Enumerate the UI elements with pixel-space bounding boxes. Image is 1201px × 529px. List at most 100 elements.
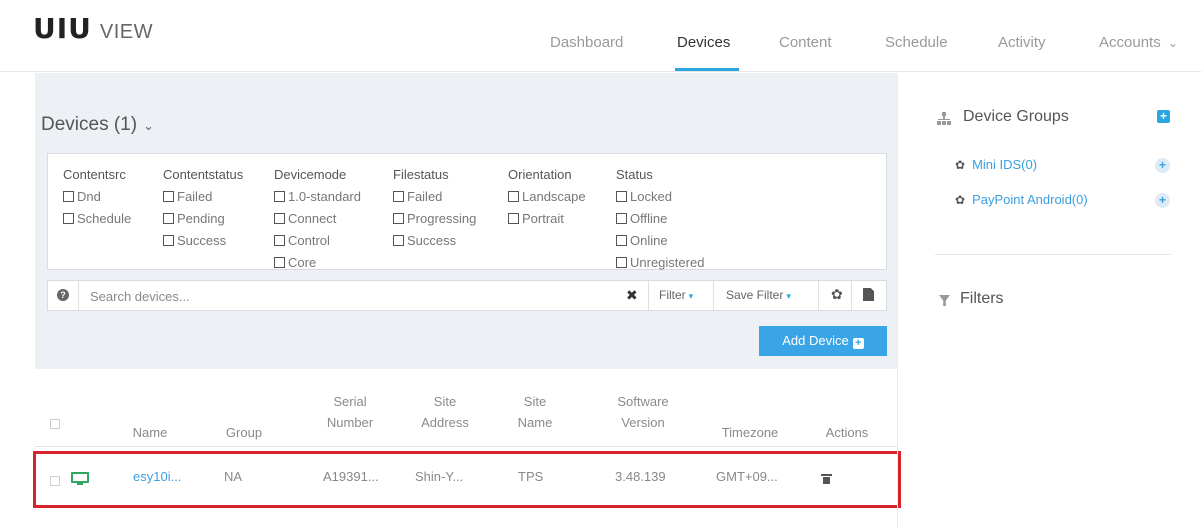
- filter-option-online[interactable]: Online: [616, 229, 704, 251]
- checkbox[interactable]: [63, 190, 74, 202]
- column-header-line2: Group: [225, 425, 263, 440]
- filter-group-heading: Devicemode: [274, 167, 347, 182]
- devices-title-label: Devices (1): [41, 114, 138, 135]
- filter-option-label: Online: [630, 232, 668, 248]
- filter-option-label: Progressing: [407, 210, 477, 226]
- checkbox[interactable]: [508, 190, 519, 202]
- column-header-line1: [120, 401, 180, 422]
- filters-title[interactable]: Filters: [960, 290, 1004, 308]
- filter-option-offline[interactable]: Offline: [616, 207, 704, 229]
- checkbox[interactable]: [274, 256, 285, 268]
- nav-activity[interactable]: Activity: [998, 34, 1046, 51]
- column-header-site-name[interactable]: Site Name: [505, 391, 565, 433]
- device-group-item[interactable]: ✿ Mini IDS(0): [955, 157, 1037, 172]
- select-all-checkbox[interactable]: [50, 419, 60, 429]
- filter-option-unregistered[interactable]: Unregistered: [616, 251, 704, 273]
- filter-option-control[interactable]: Control: [274, 229, 361, 251]
- column-header-group[interactable]: Group: [214, 401, 274, 443]
- filter-option-locked[interactable]: Locked: [616, 185, 704, 207]
- chevron-down-icon: ⌄: [143, 118, 154, 133]
- filter-group-heading: Status: [616, 167, 653, 182]
- column-header-name[interactable]: Name: [120, 401, 180, 443]
- save-filter-button[interactable]: Save Filter ▾: [726, 288, 791, 302]
- sidebar-divider: [897, 73, 898, 529]
- filter-option-dnd[interactable]: Dnd: [63, 185, 131, 207]
- add-to-group-icon[interactable]: +: [1155, 193, 1170, 208]
- filter-option-label: Offline: [630, 210, 668, 226]
- checkbox[interactable]: [393, 190, 404, 202]
- filter-option-landscape[interactable]: Landscape: [508, 185, 586, 207]
- checkbox[interactable]: [393, 234, 404, 246]
- filter-dropdown-button[interactable]: Filter ▾: [659, 288, 693, 302]
- checkbox[interactable]: [616, 190, 627, 202]
- nav-schedule[interactable]: Schedule: [885, 34, 948, 51]
- column-header-line1: Software: [617, 394, 669, 409]
- column-header-software-version[interactable]: Software Version: [603, 391, 683, 433]
- cell-serial-number: A19391...: [323, 469, 379, 484]
- filter-group-heading: Contentsrc: [63, 167, 126, 182]
- add-group-icon[interactable]: +: [1157, 110, 1170, 123]
- filter-option-success[interactable]: Success: [163, 229, 243, 251]
- nav-content[interactable]: Content: [779, 34, 832, 51]
- device-name-link[interactable]: esy10i...: [133, 469, 181, 484]
- column-header-serial-number[interactable]: Serial Number: [315, 391, 385, 433]
- add-to-group-icon[interactable]: +: [1155, 158, 1170, 173]
- checkbox[interactable]: [393, 212, 404, 224]
- filter-option-success[interactable]: Success: [393, 229, 476, 251]
- filter-option-portrait[interactable]: Portrait: [508, 207, 586, 229]
- checkbox[interactable]: [616, 212, 627, 224]
- gear-icon: ✿: [955, 192, 966, 207]
- gear-icon: ✿: [955, 157, 966, 172]
- filter-option-label: Control: [288, 232, 330, 248]
- filter-option-failed[interactable]: Failed: [393, 185, 476, 207]
- checkbox[interactable]: [274, 234, 285, 246]
- gear-icon[interactable]: ✿: [831, 286, 843, 303]
- document-icon[interactable]: [863, 288, 874, 301]
- nav-accounts[interactable]: Accounts ⌄: [1099, 34, 1178, 51]
- clear-icon[interactable]: ✖: [626, 287, 638, 304]
- column-header-line2: Number: [326, 415, 374, 430]
- column-header-site-address[interactable]: Site Address: [410, 391, 480, 433]
- main-nav: Dashboard Devices Content Schedule Activ…: [0, 34, 1201, 54]
- checkbox[interactable]: [163, 234, 174, 246]
- checkbox[interactable]: [163, 212, 174, 224]
- add-device-button[interactable]: Add Device +: [759, 326, 887, 356]
- filter-option-label: Connect: [288, 210, 337, 226]
- filter-option-label: Dnd: [77, 188, 101, 204]
- filter-option-connect[interactable]: Connect: [274, 207, 361, 229]
- filter-option-progressing[interactable]: Progressing: [393, 207, 476, 229]
- column-header-timezone[interactable]: Timezone: [710, 401, 790, 443]
- checkbox[interactable]: [616, 256, 627, 268]
- checkbox[interactable]: [163, 190, 174, 202]
- cell-timezone: GMT+09...: [716, 469, 778, 484]
- column-header-line1: Serial: [333, 394, 367, 409]
- help-icon[interactable]: ?: [57, 289, 69, 301]
- filter-option-schedule[interactable]: Schedule: [63, 207, 131, 229]
- column-header-line2: Timezone: [721, 425, 779, 440]
- checkbox[interactable]: [274, 190, 285, 202]
- checkbox[interactable]: [616, 234, 627, 246]
- hierarchy-icon: [937, 112, 951, 126]
- device-groups-title: Device Groups: [963, 108, 1069, 125]
- filter-option-label: Unregistered: [630, 254, 705, 270]
- filter-option-label: Portrait: [522, 210, 564, 226]
- checkbox[interactable]: [63, 212, 74, 224]
- filter-option-pending[interactable]: Pending: [163, 207, 243, 229]
- column-header-line1: Site: [433, 394, 457, 409]
- divider: [648, 281, 649, 310]
- filter-option-failed[interactable]: Failed: [163, 185, 243, 207]
- column-header-line2: Name: [517, 415, 553, 430]
- trash-icon[interactable]: [821, 474, 832, 484]
- filter-group-devicemode: Devicemode 1.0-standard Connect Control …: [274, 167, 361, 273]
- device-group-item[interactable]: ✿ PayPoint Android(0): [955, 192, 1088, 207]
- checkbox[interactable]: [274, 212, 285, 224]
- cell-group: NA: [224, 469, 243, 484]
- row-checkbox[interactable]: [50, 476, 60, 486]
- devices-title[interactable]: Devices (1) ⌄: [41, 114, 154, 136]
- checkbox[interactable]: [508, 212, 519, 224]
- filter-option-standard[interactable]: 1.0-standard: [274, 185, 361, 207]
- nav-dashboard[interactable]: Dashboard: [550, 34, 623, 51]
- nav-devices[interactable]: Devices: [677, 34, 730, 51]
- filter-option-core[interactable]: Core: [274, 251, 361, 273]
- search-input[interactable]: [90, 287, 610, 305]
